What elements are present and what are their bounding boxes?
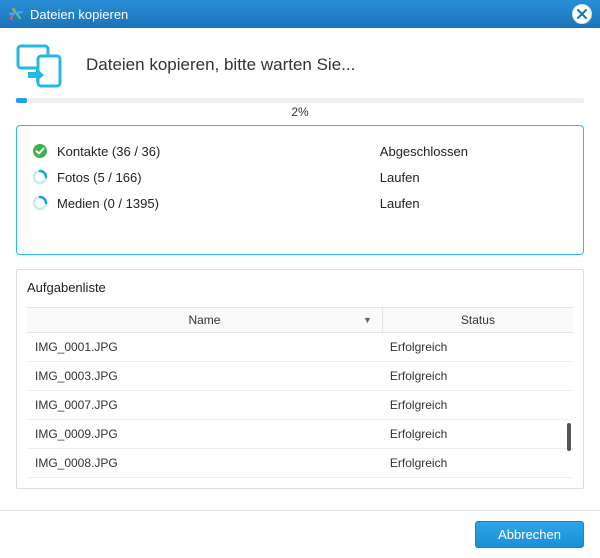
- category-status: Laufen: [380, 170, 569, 185]
- check-circle-icon: [31, 142, 49, 160]
- category-label: Fotos (5 / 166): [57, 170, 380, 185]
- category-label: Medien (0 / 1395): [57, 196, 380, 211]
- category-row: Kontakte (36 / 36)Abgeschlossen: [31, 138, 569, 164]
- tasklist-title: Aufgabenliste: [27, 278, 573, 301]
- table-row: IMG_0009.JPGErfolgreich: [27, 420, 573, 449]
- tasklist-body: IMG_0001.JPGErfolgreichIMG_0003.JPGErfol…: [27, 333, 573, 478]
- progress-bar: 2%: [16, 98, 584, 119]
- cell-status: Erfolgreich: [382, 333, 573, 361]
- category-row: Medien (0 / 1395)Laufen: [31, 190, 569, 216]
- cell-status: Erfolgreich: [382, 362, 573, 390]
- category-row: Fotos (5 / 166)Laufen: [31, 164, 569, 190]
- category-panel: Kontakte (36 / 36)AbgeschlossenFotos (5 …: [16, 125, 584, 255]
- titlebar: Dateien kopieren: [0, 0, 600, 28]
- cell-status: Erfolgreich: [382, 391, 573, 419]
- progress-fill: [16, 98, 27, 103]
- cell-filename: IMG_0008.JPG: [27, 449, 382, 477]
- table-row: IMG_0001.JPGErfolgreich: [27, 333, 573, 362]
- tasklist-header: Name ▼ Status: [27, 307, 573, 333]
- header-row: Dateien kopieren, bitte warten Sie...: [16, 42, 584, 88]
- close-icon: [577, 9, 587, 19]
- table-row: IMG_0007.JPGErfolgreich: [27, 391, 573, 420]
- cell-filename: IMG_0009.JPG: [27, 420, 382, 448]
- column-header-status-label: Status: [461, 313, 495, 327]
- footer: Abbrechen: [0, 510, 600, 558]
- category-label: Kontakte (36 / 36): [57, 144, 380, 159]
- column-header-status[interactable]: Status: [382, 308, 573, 332]
- scrollbar-thumb[interactable]: [567, 423, 571, 451]
- subtitle: Dateien kopieren, bitte warten Sie...: [86, 55, 355, 75]
- spinner-icon: [31, 194, 49, 212]
- cell-filename: IMG_0001.JPG: [27, 333, 382, 361]
- progress-percent-label: 2%: [16, 105, 584, 119]
- cell-filename: IMG_0007.JPG: [27, 391, 382, 419]
- cell-status: Erfolgreich: [382, 449, 573, 477]
- column-header-name[interactable]: Name ▼: [27, 308, 382, 332]
- app-icon: [8, 6, 24, 22]
- close-button[interactable]: [572, 4, 592, 24]
- category-status: Abgeschlossen: [380, 144, 569, 159]
- window-title: Dateien kopieren: [30, 7, 572, 22]
- cancel-button[interactable]: Abbrechen: [475, 521, 584, 548]
- table-row: IMG_0003.JPGErfolgreich: [27, 362, 573, 391]
- category-status: Laufen: [380, 196, 569, 211]
- sort-indicator-icon: ▼: [363, 315, 372, 325]
- tasklist-section: Aufgabenliste Name ▼ Status IMG_0001.JPG…: [16, 269, 584, 489]
- transfer-icon: [16, 42, 68, 88]
- spinner-icon: [31, 168, 49, 186]
- content-area: Dateien kopieren, bitte warten Sie... 2%…: [0, 28, 600, 489]
- table-row: IMG_0008.JPGErfolgreich: [27, 449, 573, 478]
- cell-status: Erfolgreich: [382, 420, 573, 448]
- cell-filename: IMG_0003.JPG: [27, 362, 382, 390]
- column-header-name-label: Name: [188, 313, 220, 327]
